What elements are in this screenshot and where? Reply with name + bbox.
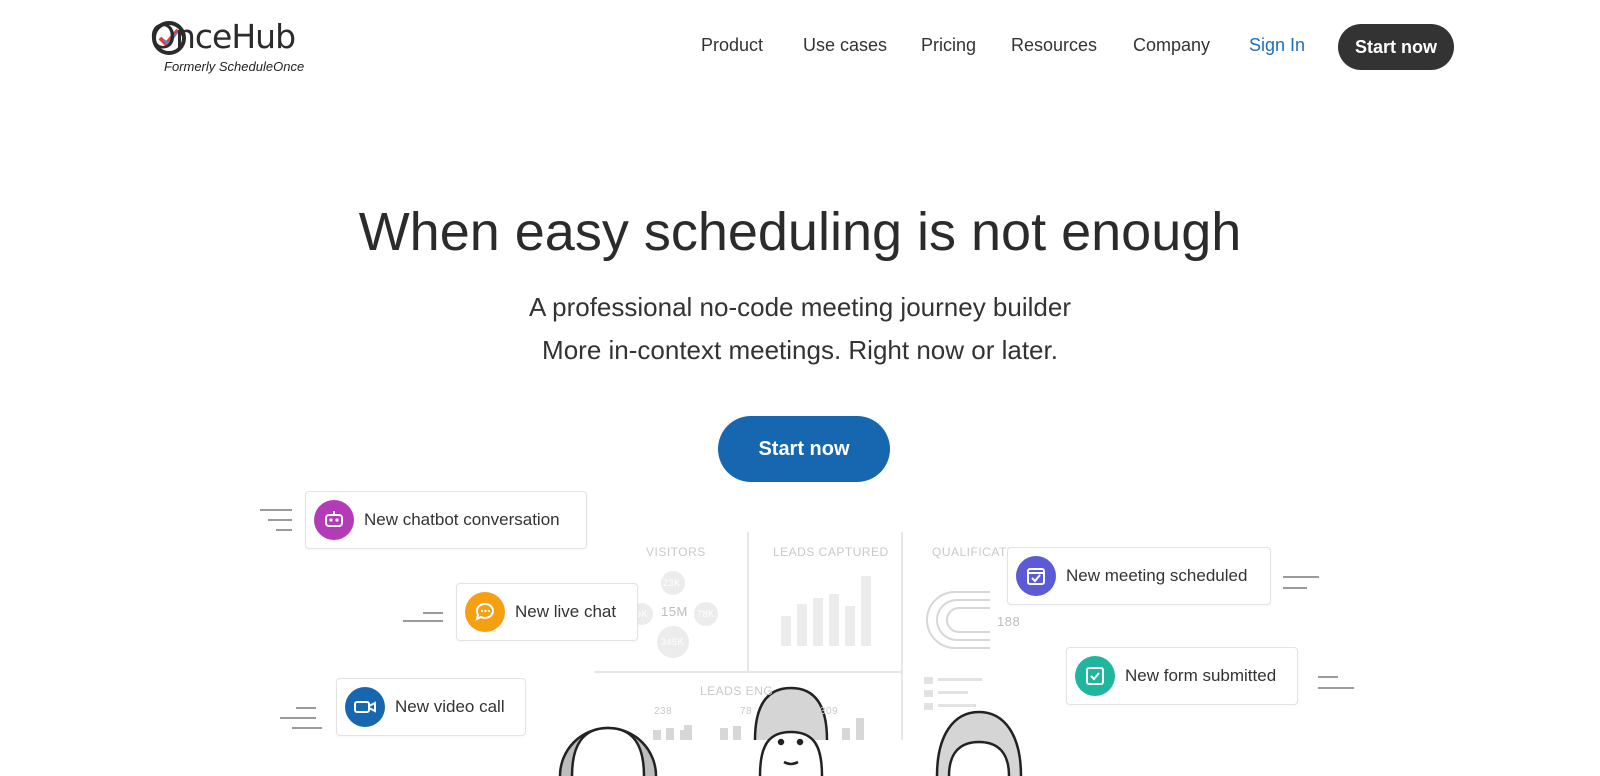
form-check-icon <box>1075 656 1115 696</box>
event-label: New form submitted <box>1125 666 1277 685</box>
dashboard-illustration <box>558 532 1023 776</box>
motion-dash <box>268 519 292 521</box>
person-illustration-left <box>558 726 658 776</box>
motion-dash <box>260 509 292 511</box>
calendar-check-icon <box>1016 556 1056 596</box>
leads-captured-bar <box>813 598 823 646</box>
qualification-value: 188 <box>997 614 1021 629</box>
motion-dash <box>292 727 322 729</box>
leads-engaged-value: 309 <box>820 706 839 717</box>
visitors-bubble-value: 345K <box>661 637 685 647</box>
leads-captured-bar <box>845 606 855 646</box>
motion-dash <box>296 707 316 709</box>
motion-dash <box>423 612 443 614</box>
person-illustration-right <box>935 710 1023 776</box>
event-label: New video call <box>395 697 505 716</box>
event-card-live-chat: New live chat <box>456 583 638 641</box>
event-card-form-submitted: New form submitted <box>1066 647 1298 705</box>
visitors-label: VISITORS <box>646 545 706 559</box>
event-label: New chatbot conversation <box>364 510 560 529</box>
chat-bubble-icon <box>465 592 505 632</box>
event-label: New live chat <box>515 602 617 621</box>
leads-engaged-value: 238 <box>654 706 673 717</box>
visitors-bubble-value: 78K <box>697 609 715 619</box>
event-card-meeting-scheduled: New meeting scheduled <box>1007 547 1271 605</box>
leads-captured-bar <box>781 616 791 646</box>
motion-dash <box>1318 676 1338 678</box>
qualification-funnel <box>926 591 990 649</box>
visitors-center-value: 15M <box>661 604 688 619</box>
leads-engaged-value: 78 <box>740 706 753 717</box>
leads-captured-label: LEADS CAPTURED <box>773 545 889 559</box>
event-card-video-call: New video call <box>336 678 526 736</box>
motion-dash <box>1283 576 1319 578</box>
motion-dash <box>280 717 316 719</box>
motion-dash <box>1318 687 1354 689</box>
leads-captured-bar <box>797 604 807 646</box>
motion-dash <box>276 529 292 531</box>
event-label: New meeting scheduled <box>1066 566 1248 585</box>
chatbot-icon <box>314 500 354 540</box>
motion-dash <box>1283 587 1307 589</box>
qualification-list <box>924 677 982 710</box>
person-illustration-center <box>753 686 829 776</box>
leads-captured-bar <box>829 594 839 646</box>
motion-dash <box>403 620 443 622</box>
video-camera-icon <box>345 687 385 727</box>
leads-captured-bar <box>861 576 871 646</box>
leads-engaged-label: LEADS ENG <box>700 684 774 698</box>
visitors-bubble-value: 23K <box>663 578 681 588</box>
event-card-chatbot: New chatbot conversation <box>305 491 587 549</box>
